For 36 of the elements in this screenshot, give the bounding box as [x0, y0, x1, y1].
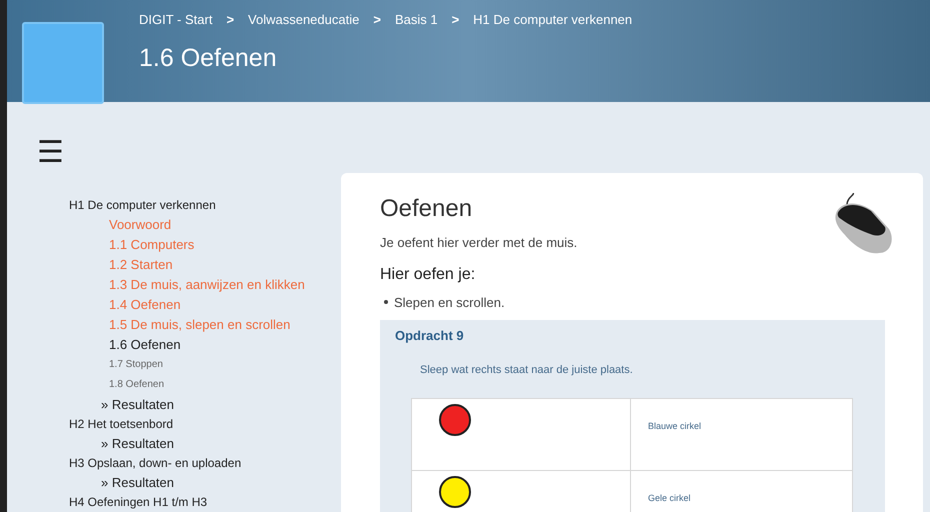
lesson-link[interactable]: » Resultaten [69, 473, 341, 493]
answer-label[interactable]: Gele cirkel [648, 493, 691, 503]
exercise-title: Opdracht 9 [395, 327, 465, 345]
lesson-link[interactable]: 1.5 De muis, slepen en scrollen [69, 315, 341, 335]
bullet-icon [384, 300, 388, 304]
chapter-link[interactable]: H2 Het toetsenbord [69, 415, 341, 434]
lesson-link[interactable]: Voorwoord [69, 215, 341, 235]
chapter-link[interactable]: H3 Opslaan, down- en uploaden [69, 454, 341, 473]
lesson-link[interactable]: 1.3 De muis, aanwijzen en klikken [69, 275, 341, 295]
intro-text: Je oefent hier verder met de muis. [380, 234, 578, 252]
chevron-icon: > [226, 10, 234, 30]
chapter-link[interactable]: H1 De computer verkennen [69, 196, 341, 215]
lesson-link[interactable]: 1.4 Oefenen [69, 295, 341, 315]
bullet-text: Slepen en scrollen. [394, 294, 505, 312]
lesson-link[interactable]: 1.1 Computers [69, 235, 341, 255]
lesson-link[interactable]: 1.7 Stoppen [69, 355, 341, 375]
lesson-link[interactable]: 1.8 Oefenen [69, 375, 341, 395]
content-title: Oefenen [380, 194, 474, 224]
logo-icon [22, 22, 104, 104]
circle-item[interactable] [439, 404, 471, 436]
circle-item[interactable] [439, 476, 471, 508]
breadcrumb-link[interactable]: Basis 1 [394, 10, 438, 30]
answer-label[interactable]: Blauwe cirkel [648, 421, 702, 431]
breadcrumb-link[interactable]: Volwasseneducatie [248, 10, 360, 30]
instruction-text: Sleep wat rechts staat naar de juiste plaats. [420, 362, 634, 378]
chapter-link[interactable]: H4 Oefeningen H1 t/m H3 [69, 493, 341, 512]
lesson-link[interactable]: » Resultaten [69, 395, 341, 415]
breadcrumb-link[interactable]: DIGIT - Start [139, 10, 212, 30]
section-heading: Hier oefen je: [380, 264, 476, 284]
lesson-link[interactable]: » Resultaten [69, 434, 341, 454]
page-title: 1.6 Oefenen [139, 42, 278, 74]
chevron-icon: > [373, 10, 381, 30]
chevron-icon: > [452, 10, 460, 30]
lesson-link[interactable]: 1.6 Oefenen [69, 335, 341, 355]
lesson-link[interactable]: 1.2 Starten [69, 255, 341, 275]
breadcrumb-link[interactable]: H1 De computer verkennen [473, 10, 632, 30]
